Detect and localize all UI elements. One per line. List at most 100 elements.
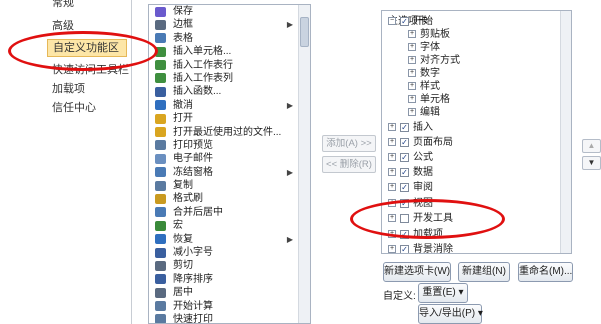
command-item[interactable]: 减小字号 [149,246,299,259]
expand-icon[interactable]: + [408,69,416,78]
tree-item[interactable]: + 对齐方式 [408,54,460,68]
nav-item-customize-ribbon[interactable]: 自定义功能区 [47,39,127,57]
command-item[interactable]: 恢复 ▶ [149,233,299,246]
expand-icon[interactable]: + [408,82,416,91]
command-item[interactable]: 复制 [149,179,299,192]
expand-icon[interactable]: + [408,108,416,117]
command-item[interactable]: 开始计算 [149,300,299,313]
tree-item[interactable]: + 编辑 [408,106,440,120]
new-tab-button[interactable]: 新建选项卡(W) [383,262,451,282]
expand-icon[interactable]: + [388,138,396,147]
reset-button[interactable]: 重置(E) ▾ [418,283,468,303]
checkbox[interactable]: ✓ [400,167,409,177]
command-item[interactable]: 插入工作表列 [149,72,299,85]
expand-icon[interactable]: + [408,43,416,52]
tree-item[interactable]: + ✓ 插入 [388,121,433,135]
rename-button[interactable]: 重命名(M)... [518,262,573,282]
tree-item[interactable]: − ✓ 开始 [388,15,433,29]
expand-icon[interactable]: + [408,56,416,65]
command-item[interactable]: 格式刷 [149,192,299,205]
command-item[interactable]: 打开最近使用过的文件... [149,126,299,139]
expand-icon[interactable]: + [388,245,396,253]
command-label: 插入函数... [173,86,222,98]
tree-item[interactable]: + ✓ 页面布局 [388,136,453,150]
command-item[interactable]: 合并后居中 [149,206,299,219]
command-item[interactable]: 宏 [149,219,299,232]
tree-scrollbar[interactable] [560,11,571,253]
command-item[interactable]: 表格 [149,32,299,45]
checkbox[interactable]: ✓ [400,152,409,162]
quick-print-icon [155,314,166,323]
expand-icon[interactable]: + [408,95,416,104]
command-item[interactable]: 打开 [149,112,299,125]
tree-item[interactable]: + 数字 [408,67,440,81]
command-item[interactable]: 降序排序 [149,273,299,286]
expand-icon[interactable]: + [388,183,396,192]
command-item[interactable]: 保存 [149,5,299,18]
submenu-arrow-icon: ▶ [286,100,293,110]
checkbox[interactable]: ✓ [400,229,409,239]
expand-icon[interactable]: + [388,214,396,223]
submenu-arrow-icon: ▶ [286,20,293,30]
nav-item-advanced[interactable]: 高级 [52,17,74,35]
command-item[interactable]: 撤消 ▶ [149,99,299,112]
checkbox[interactable]: ✓ [400,198,409,208]
expand-icon[interactable]: + [388,230,396,239]
command-label: 打印预览 [173,139,213,151]
center-icon [155,287,166,298]
move-up-icon[interactable]: ▲ [582,139,601,153]
nav-item-general[interactable]: 常规 [52,0,74,12]
scrollbar-thumb[interactable] [300,17,309,47]
nav-item-addins[interactable]: 加载项 [52,80,85,98]
command-item[interactable]: 电子邮件 [149,152,299,165]
nav-item-quick-access-toolbar[interactable]: 快速访问工具栏 [52,61,129,79]
tree-item[interactable]: + 样式 [408,80,440,94]
checkbox[interactable]: ✓ [400,137,409,147]
tree-item[interactable]: + 单元格 [408,93,450,107]
nav-item-trust-center[interactable]: 信任中心 [52,99,96,117]
command-label: 居中 [173,287,193,299]
tree-item-label: 数据 [413,167,433,178]
command-item[interactable]: 插入工作表行 [149,59,299,72]
tree-item-label: 对齐方式 [420,55,460,66]
command-item[interactable]: 居中 [149,286,299,299]
tree-item[interactable]: + 字体 [408,41,440,55]
expand-icon[interactable]: + [388,153,396,162]
tree-item[interactable]: + 开发工具 [388,212,453,226]
command-label: 降序排序 [173,273,213,285]
tree-item[interactable]: + ✓ 数据 [388,166,433,180]
tree-item-label: 插入 [413,122,433,133]
tree-item[interactable]: + ✓ 视图 [388,197,433,211]
command-item[interactable]: 边框 ▶ [149,18,299,31]
checkbox[interactable]: ✓ [400,244,409,253]
tree-item[interactable]: + 剪贴板 [408,28,450,42]
tree-item[interactable]: + ✓ 加载项 [388,228,443,242]
recent-file-icon [155,127,166,138]
border-icon [155,19,166,30]
checkbox[interactable]: ✓ [400,16,409,26]
tree-item[interactable]: + ✓ 背景消除 [388,243,453,253]
import-export-button[interactable]: 导入/导出(P) ▾ [418,304,483,324]
command-item[interactable]: 快速打印 [149,313,299,323]
command-list[interactable]: 保存 边框 ▶ 表格 插入单元格... 插入工作表行 插入工作表列 插入函数... 撤消 ▶ 打开打… [149,5,299,323]
checkbox[interactable]: ✓ [400,182,409,192]
add-button[interactable]: 添加(A) >> [322,135,376,152]
command-item[interactable]: 剪切 [149,259,299,272]
command-item[interactable]: 插入函数... [149,85,299,98]
checkbox[interactable] [400,213,409,223]
checkbox[interactable]: ✓ [400,122,409,132]
tree-item[interactable]: + ✓ 审阅 [388,181,433,195]
remove-button[interactable]: << 删除(R) [322,156,376,173]
expand-icon[interactable]: + [408,30,416,39]
command-item[interactable]: 冻结窗格 ▶ [149,166,299,179]
tree-item[interactable]: + ✓ 公式 [388,151,433,165]
command-list-scrollbar[interactable] [298,5,310,323]
command-item[interactable]: 打印预览 [149,139,299,152]
new-group-button[interactable]: 新建组(N) [458,262,510,282]
command-item[interactable]: 插入单元格... [149,45,299,58]
move-down-icon[interactable]: ▼ [582,156,601,170]
expand-icon[interactable]: + [388,123,396,132]
collapse-icon[interactable]: − [388,17,396,26]
expand-icon[interactable]: + [388,199,396,208]
expand-icon[interactable]: + [388,168,396,177]
